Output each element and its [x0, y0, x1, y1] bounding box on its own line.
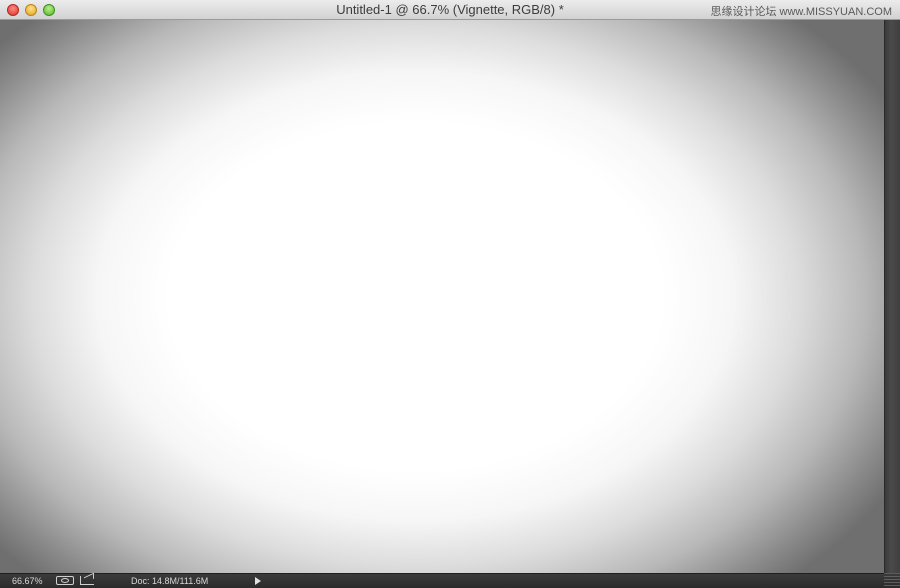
menu-arrow-icon[interactable] — [255, 577, 261, 585]
zoom-level-readout[interactable]: 66.67% — [12, 576, 43, 586]
efficiency-gauge-icon[interactable] — [56, 576, 74, 585]
document-canvas[interactable] — [0, 20, 884, 573]
resize-grip[interactable] — [884, 573, 900, 588]
share-icon[interactable] — [80, 576, 94, 585]
document-size-info: Doc: 14.8M/111.6M — [131, 576, 209, 586]
document-window: Untitled-1 @ 66.7% (Vignette, RGB/8) * 思… — [0, 0, 900, 588]
watermark-text: 思缘设计论坛 www.MISSYUAN.COM — [710, 6, 892, 18]
vertical-scrollbar[interactable] — [884, 20, 900, 573]
title-bar[interactable]: Untitled-1 @ 66.7% (Vignette, RGB/8) * 思… — [0, 0, 900, 20]
status-bar: 66.67% Doc: 14.8M/111.6M — [0, 573, 900, 588]
